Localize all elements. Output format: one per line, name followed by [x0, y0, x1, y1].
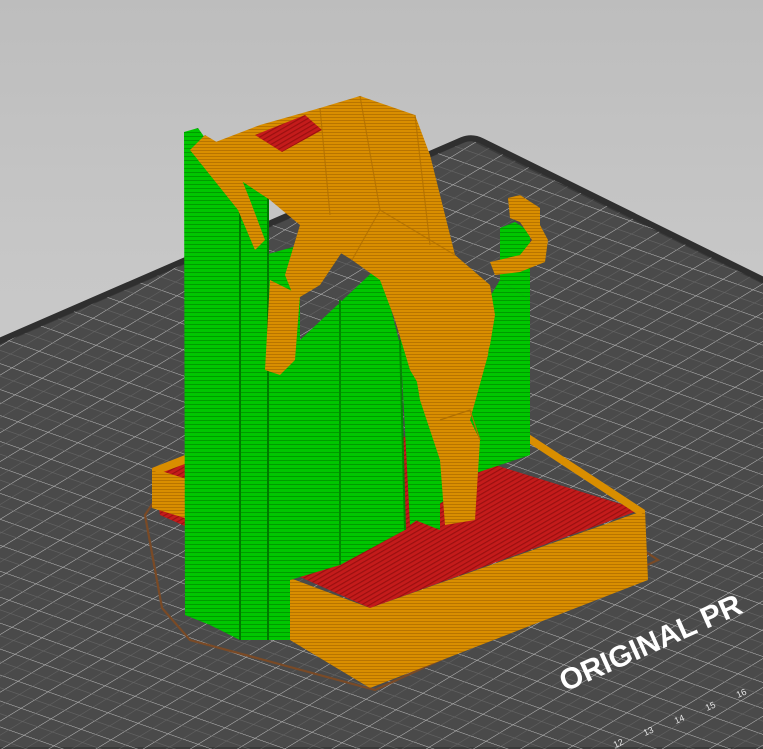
- support-pillar-3: [240, 180, 268, 640]
- support-pillar-2: [210, 145, 240, 640]
- support-pillar-1: [184, 128, 210, 625]
- print-preview-scene[interactable]: ORIGINAL PR 12 13 14 15 16: [0, 0, 763, 749]
- 3d-viewport[interactable]: ORIGINAL PR 12 13 14 15 16: [0, 0, 763, 749]
